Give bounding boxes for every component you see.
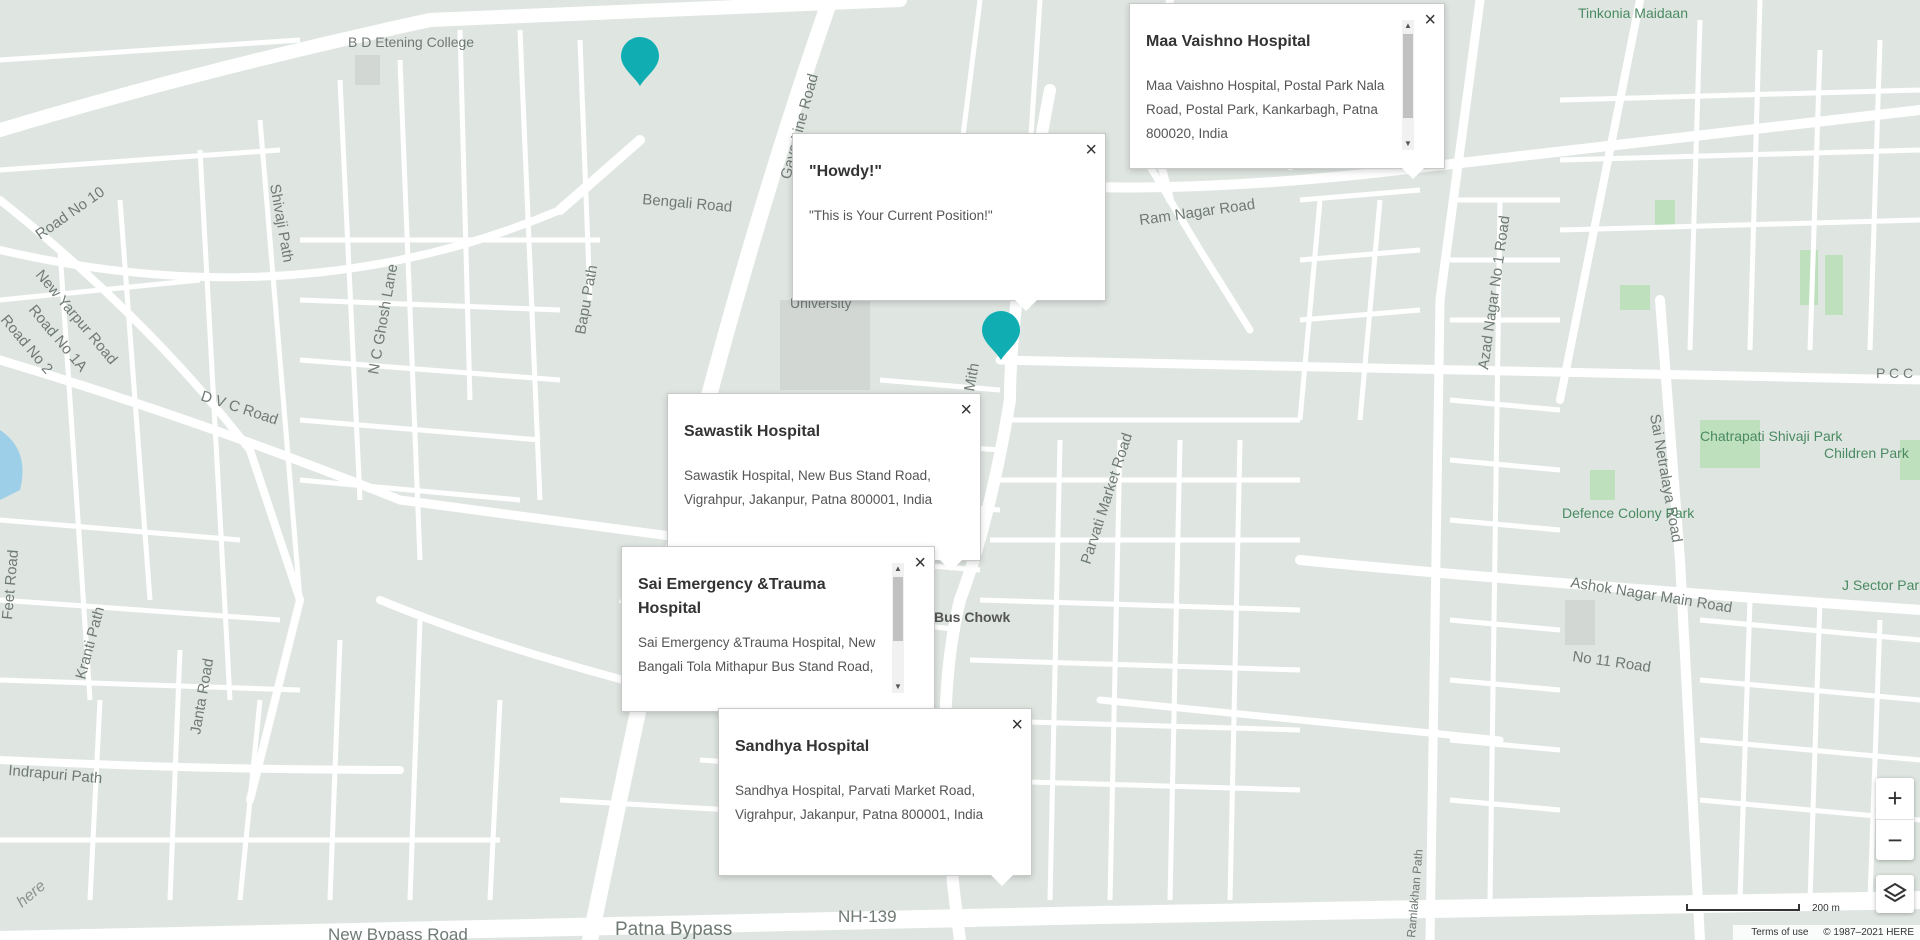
popup-title: Sawastik Hospital [684,423,821,440]
road-label: New Bypass Road [328,925,468,940]
place-label: Defence Colony Park [1562,505,1695,521]
close-icon[interactable]: × [1011,715,1023,735]
close-icon[interactable]: × [960,400,972,420]
popup-tail [991,875,1013,886]
popup-current-position: × "Howdy!" "This is Your Current Positio… [792,133,1106,311]
popup-tail [940,560,962,571]
place-label: P C C [1876,365,1913,381]
place-label: B D Etening College [348,34,474,50]
popup-sai-emergency-hospital: × Sai Emergency &Trauma Hospital Sai Eme… [621,546,935,712]
map-footer: Terms of use © 1987–2021 HERE [1733,925,1920,940]
popup-scrollbar[interactable]: ▲ ▼ [1402,20,1414,150]
layers-button[interactable] [1876,875,1914,913]
zoom-in-button[interactable]: + [1876,778,1914,819]
scale-bar [1686,904,1800,911]
place-label: Chatrapati Shivaji Park [1700,428,1843,444]
place-label: Children Park [1824,445,1910,461]
close-icon[interactable]: × [1424,10,1436,30]
scroll-thumb[interactable] [1403,34,1413,118]
place-label: J Sector Park 1 [1842,577,1920,593]
scroll-down-icon[interactable]: ▼ [892,681,904,693]
terms-link[interactable]: Terms of use [1751,927,1808,938]
popup-title: Sandhya Hospital [735,738,870,755]
scroll-down-icon[interactable]: ▼ [1402,138,1414,150]
popup-sawastik-hospital: × Sawastik Hospital Sawastik Hospital, N… [667,393,981,571]
popup-tail [1015,300,1037,311]
popup-text: Maa Vaishno Hospital, Postal Park Nala R… [1146,78,1385,141]
road-label: Patna Bypass [615,919,732,940]
popup-scrollbar[interactable]: ▲ ▼ [892,563,904,693]
zoom-control: + − [1876,778,1914,860]
scroll-thumb[interactable] [893,577,903,641]
copyright-text: © 1987–2021 HERE [1823,927,1914,938]
scroll-up-icon[interactable]: ▲ [892,563,904,575]
scroll-up-icon[interactable]: ▲ [1402,20,1414,32]
popup-title: Sai Emergency &Trauma Hospital [638,576,826,617]
popup-maa-vaishno-hospital: × Maa Vaishno Hospital Maa Vaishno Hospi… [1129,3,1445,179]
popup-sandhya-hospital: × Sandhya Hospital Sandhya Hospital, Par… [718,708,1032,886]
popup-text: "This is Your Current Position!" [809,208,993,223]
place-label: Tinkonia Maidaan [1578,5,1688,21]
scale-label: 200 m [1812,903,1840,914]
road-label: NH-139 [838,907,897,926]
layers-icon [1883,882,1907,903]
popup-tail [1402,168,1424,179]
popup-text: Sandhya Hospital, Parvati Market Road, V… [735,783,984,822]
popup-text: Sai Emergency &Trauma Hospital, New Bang… [638,635,876,674]
popup-title: "Howdy!" [809,163,882,180]
place-label: Bus Chowk [934,609,1010,625]
popup-text: Sawastik Hospital, New Bus Stand Road, V… [684,468,933,507]
close-icon[interactable]: × [914,553,926,573]
popup-title: Maa Vaishno Hospital [1146,33,1311,50]
zoom-out-button[interactable]: − [1876,819,1914,861]
close-icon[interactable]: × [1085,140,1097,160]
